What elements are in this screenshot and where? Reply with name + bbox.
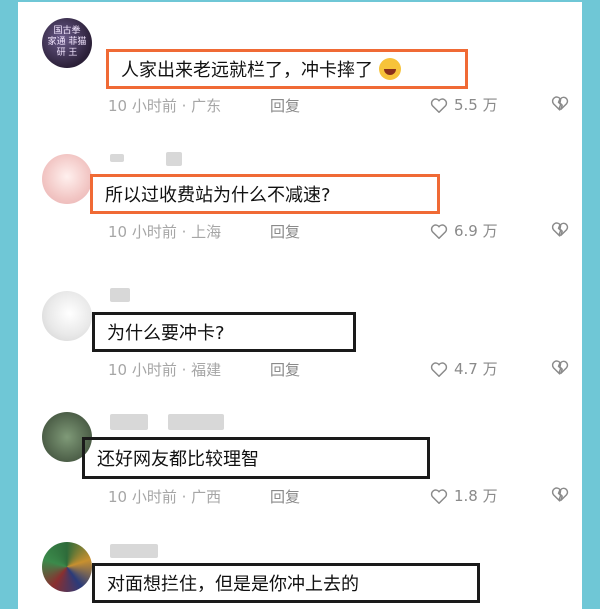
comment-text: 还好网友都比较理智 [97, 449, 259, 470]
comment-text-box: 所以过收费站为什么不减速? [90, 174, 440, 214]
avatar-lettering: 国古拳 家通 菲猫 研 王 [47, 26, 87, 58]
heart-outline-icon [430, 223, 448, 239]
reply-button[interactable]: 回复 [270, 221, 300, 242]
comment-text: 对面想拦住，但是是你冲上去的 [107, 574, 359, 595]
comment-list: 国古拳 家通 菲猫 研 王 人家出来老远就栏了，冲卡摔了 10 小时前 · 广东… [18, 2, 582, 609]
broken-heart-icon[interactable] [551, 221, 569, 237]
broken-heart-icon[interactable] [551, 359, 569, 375]
blurred-username [110, 544, 158, 558]
like-count: 4.7 万 [454, 360, 498, 378]
blurred-username [110, 414, 148, 430]
like-button[interactable]: 6.9 万 [430, 220, 498, 241]
comment-text-box: 还好网友都比较理智 [82, 437, 430, 479]
avatar[interactable] [42, 154, 92, 204]
blurred-username [110, 154, 124, 162]
avatar[interactable] [42, 542, 92, 592]
like-button[interactable]: 5.5 万 [430, 94, 498, 115]
reply-button[interactable]: 回复 [270, 486, 300, 507]
reply-button[interactable]: 回复 [270, 359, 300, 380]
reply-button[interactable]: 回复 [270, 95, 300, 116]
blurred-username [166, 152, 182, 166]
heart-outline-icon [430, 97, 448, 113]
comment-meta: 10 小时前 · 广西 [108, 488, 222, 506]
comment-text-box: 为什么要冲卡? [92, 312, 356, 352]
comment-text: 人家出来老远就栏了，冲卡摔了 [121, 60, 373, 81]
like-button[interactable]: 1.8 万 [430, 485, 498, 506]
comment-meta: 10 小时前 · 广东 [108, 97, 222, 115]
comment-text: 为什么要冲卡? [107, 323, 225, 344]
laughing-emoji-icon [379, 58, 401, 80]
blurred-username [110, 288, 130, 302]
comment-text-box: 人家出来老远就栏了，冲卡摔了 [106, 49, 468, 89]
like-button[interactable]: 4.7 万 [430, 358, 498, 379]
blurred-username [168, 414, 224, 430]
comment-text-box: 对面想拦住，但是是你冲上去的 [92, 563, 480, 603]
comment-meta: 10 小时前 · 福建 [108, 361, 222, 379]
broken-heart-icon[interactable] [551, 486, 569, 502]
avatar[interactable]: 国古拳 家通 菲猫 研 王 [42, 18, 92, 68]
like-count: 1.8 万 [454, 487, 498, 505]
heart-outline-icon [430, 361, 448, 377]
heart-outline-icon [430, 488, 448, 504]
like-count: 5.5 万 [454, 96, 498, 114]
comment-meta: 10 小时前 · 上海 [108, 223, 222, 241]
avatar[interactable] [42, 291, 92, 341]
comment-text: 所以过收费站为什么不减速? [105, 185, 331, 206]
like-count: 6.9 万 [454, 222, 498, 240]
broken-heart-icon[interactable] [551, 95, 569, 111]
